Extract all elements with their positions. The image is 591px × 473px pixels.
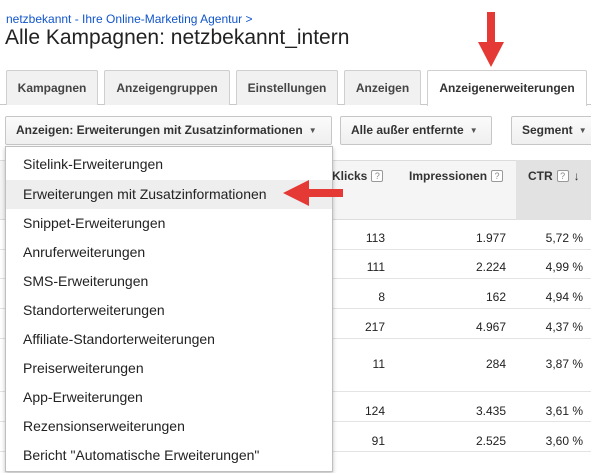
menu-item-sitelink[interactable]: Sitelink-Erweiterungen [6,150,332,179]
menu-item-rezension[interactable]: Rezensionserweiterungen [6,412,332,441]
menu-item-app[interactable]: App-Erweiterungen [6,383,332,412]
cell-impressions: 3.435 [475,404,506,418]
cell-impressions: 2.224 [475,260,506,274]
help-icon[interactable]: ? [371,170,384,182]
help-icon[interactable]: ? [491,170,504,182]
tab-einstellungen[interactable]: Einstellungen [236,70,338,105]
cell-clicks: 91 [371,434,385,448]
view-dropdown-label: Anzeigen: Erweiterungen mit Zusatzinform… [16,123,303,137]
cell-clicks: 111 [366,260,385,274]
breadcrumb[interactable]: netzbekannt - Ihre Online-Marketing Agen… [6,12,252,26]
menu-item-sms[interactable]: SMS-Erweiterungen [6,267,332,296]
cell-ctr: 3,60 % [545,434,583,448]
tab-anzeigen[interactable]: Anzeigen [344,70,421,105]
menu-item-preis[interactable]: Preiserweiterungen [6,354,332,383]
cell-clicks: 113 [365,231,385,245]
caret-down-icon: ▼ [578,126,587,135]
caret-down-icon: ▼ [469,126,478,135]
cell-clicks: 8 [378,290,385,304]
cell-clicks: 11 [372,357,385,371]
page-title: Alle Kampagnen: netzbekannt_intern [5,26,350,49]
tab-bar: Kampagnen Anzeigengruppen Einstellungen … [0,70,591,106]
cell-ctr: 4,99 % [545,260,583,274]
menu-item-snippet[interactable]: Snippet-Erweiterungen [6,209,332,238]
caret-down-icon: ▼ [308,126,317,135]
tab-kampagnen[interactable]: Kampagnen [6,70,98,105]
menu-item-standort[interactable]: Standorterweiterungen [6,296,332,325]
status-filter-button[interactable]: Alle außer entfernte ▼ [340,116,492,145]
cell-ctr: 4,37 % [545,320,583,334]
cell-ctr: 3,87 % [545,357,583,371]
segment-label: Segment [522,123,573,137]
tab-anzeigenerweiterungen[interactable]: Anzeigenerweiterungen [427,70,587,106]
cell-ctr: 5,72 % [545,231,583,245]
cell-ctr: 4,94 % [545,290,583,304]
cell-ctr: 3,61 % [545,404,583,418]
column-header-ctr-label: CTR [528,169,553,183]
segment-button[interactable]: Segment ▼ [511,116,591,145]
cell-impressions: 2.525 [475,434,506,448]
cell-impressions: 4.967 [475,320,506,334]
menu-item-anruf[interactable]: Anruferweiterungen [6,238,332,267]
tab-anzeigengruppen[interactable]: Anzeigengruppen [104,70,230,105]
menu-item-automatische-erweiterungen[interactable]: Bericht "Automatische Erweiterungen" [6,441,332,470]
cell-clicks: 124 [364,404,385,418]
sort-descending-icon[interactable]: ↓ [574,169,580,183]
status-filter-label: Alle außer entfernte [351,123,464,137]
cell-clicks: 217 [364,320,385,334]
column-header-impressions[interactable]: Impressionen? [409,169,504,183]
red-arrow-icon [478,12,504,67]
cell-impressions: 162 [485,290,506,304]
view-dropdown-button[interactable]: Anzeigen: Erweiterungen mit Zusatzinform… [5,116,332,145]
menu-item-affiliate-standort[interactable]: Affiliate-Standorterweiterungen [6,325,332,354]
cell-impressions: 1.977 [475,231,506,245]
column-header-impressions-label: Impressionen [409,169,488,183]
help-icon[interactable]: ? [556,170,569,182]
column-header-ctr[interactable]: CTR? ↓ [528,169,580,183]
cell-impressions: 284 [485,357,506,371]
red-arrow-icon [283,180,343,206]
